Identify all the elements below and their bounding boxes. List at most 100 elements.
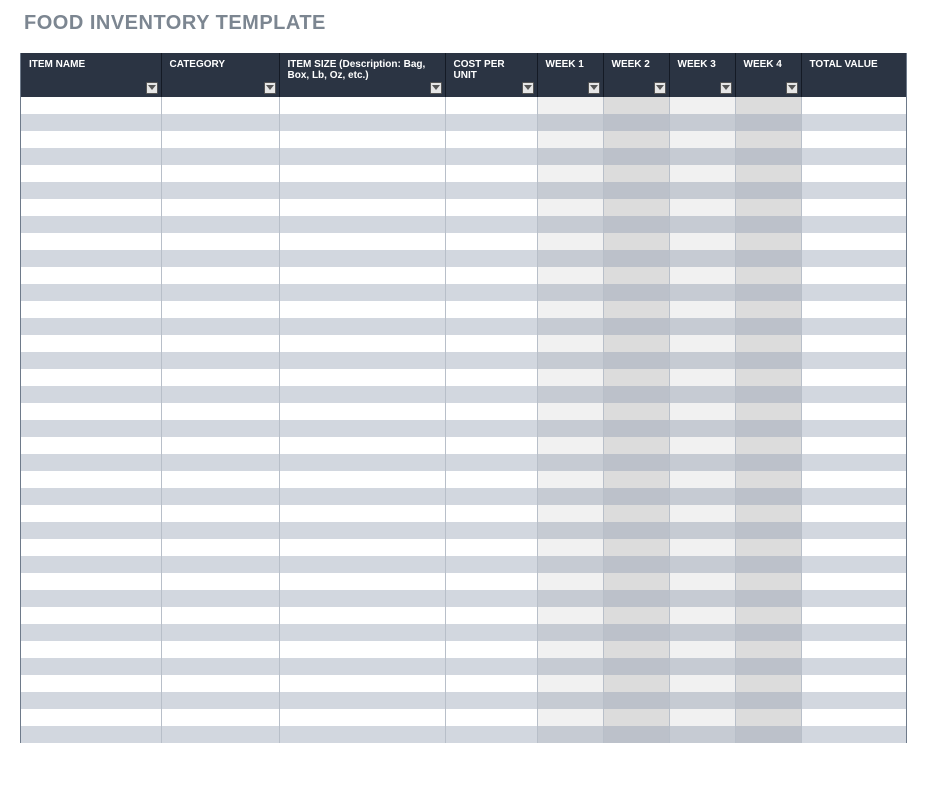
table-row[interactable] [21,352,906,369]
cell[interactable] [537,726,603,743]
cell[interactable] [21,165,161,182]
cell[interactable] [161,199,279,216]
cell[interactable] [161,250,279,267]
cell[interactable] [537,386,603,403]
table-row[interactable] [21,658,906,675]
cell[interactable] [537,250,603,267]
table-row[interactable] [21,709,906,726]
cell[interactable] [669,301,735,318]
cell[interactable] [537,114,603,131]
cell[interactable] [537,573,603,590]
cell[interactable] [161,607,279,624]
cell[interactable] [603,522,669,539]
cell[interactable] [669,471,735,488]
filter-dropdown-icon[interactable] [588,82,600,94]
cell[interactable] [21,131,161,148]
cell[interactable] [445,454,537,471]
cell[interactable] [735,403,801,420]
cell[interactable] [445,624,537,641]
cell[interactable] [801,420,906,437]
cell[interactable] [537,420,603,437]
cell[interactable] [603,199,669,216]
filter-dropdown-icon[interactable] [720,82,732,94]
cell[interactable] [801,726,906,743]
cell[interactable] [161,624,279,641]
cell[interactable] [669,658,735,675]
cell[interactable] [445,726,537,743]
table-row[interactable] [21,420,906,437]
cell[interactable] [603,335,669,352]
cell[interactable] [537,522,603,539]
cell[interactable] [669,437,735,454]
cell[interactable] [669,641,735,658]
cell[interactable] [161,471,279,488]
cell[interactable] [669,522,735,539]
cell[interactable] [161,267,279,284]
cell[interactable] [735,590,801,607]
cell[interactable] [279,522,445,539]
cell[interactable] [279,641,445,658]
cell[interactable] [735,233,801,250]
table-row[interactable] [21,505,906,522]
cell[interactable] [279,216,445,233]
cell[interactable] [279,573,445,590]
cell[interactable] [537,505,603,522]
cell[interactable] [161,454,279,471]
cell[interactable] [161,437,279,454]
cell[interactable] [603,454,669,471]
cell[interactable] [279,182,445,199]
cell[interactable] [669,403,735,420]
cell[interactable] [161,182,279,199]
cell[interactable] [669,556,735,573]
cell[interactable] [603,607,669,624]
cell[interactable] [21,301,161,318]
cell[interactable] [603,216,669,233]
cell[interactable] [445,233,537,250]
cell[interactable] [21,199,161,216]
cell[interactable] [21,403,161,420]
cell[interactable] [801,386,906,403]
cell[interactable] [161,420,279,437]
col-header-week1[interactable]: WEEK 1 [537,53,603,97]
cell[interactable] [735,658,801,675]
cell[interactable] [21,216,161,233]
cell[interactable] [603,471,669,488]
cell[interactable] [161,573,279,590]
table-row[interactable] [21,114,906,131]
col-header-week2[interactable]: WEEK 2 [603,53,669,97]
cell[interactable] [279,403,445,420]
cell[interactable] [801,624,906,641]
cell[interactable] [279,284,445,301]
cell[interactable] [801,522,906,539]
cell[interactable] [445,488,537,505]
cell[interactable] [279,369,445,386]
cell[interactable] [537,590,603,607]
cell[interactable] [21,675,161,692]
cell[interactable] [21,505,161,522]
cell[interactable] [669,284,735,301]
cell[interactable] [445,386,537,403]
table-row[interactable] [21,624,906,641]
cell[interactable] [161,352,279,369]
cell[interactable] [21,97,161,114]
filter-dropdown-icon[interactable] [264,82,276,94]
cell[interactable] [161,165,279,182]
cell[interactable] [537,97,603,114]
cell[interactable] [801,437,906,454]
cell[interactable] [537,709,603,726]
cell[interactable] [669,709,735,726]
cell[interactable] [801,97,906,114]
cell[interactable] [801,267,906,284]
cell[interactable] [801,284,906,301]
cell[interactable] [279,352,445,369]
cell[interactable] [669,233,735,250]
cell[interactable] [279,471,445,488]
cell[interactable] [21,692,161,709]
cell[interactable] [161,318,279,335]
cell[interactable] [21,437,161,454]
table-row[interactable] [21,199,906,216]
cell[interactable] [445,97,537,114]
cell[interactable] [445,335,537,352]
cell[interactable] [801,675,906,692]
filter-dropdown-icon[interactable] [654,82,666,94]
